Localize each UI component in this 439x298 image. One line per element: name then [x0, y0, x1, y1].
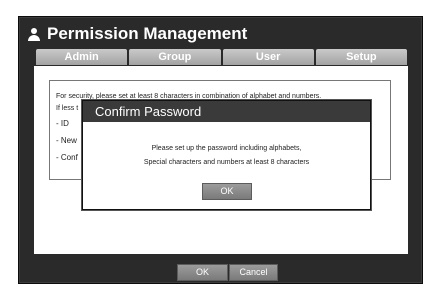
- dialog-ok-button[interactable]: OK: [202, 183, 252, 200]
- ok-button[interactable]: OK: [177, 264, 228, 281]
- person-icon: [28, 27, 40, 42]
- tab-setup[interactable]: Setup: [315, 49, 407, 65]
- cancel-button[interactable]: Cancel: [229, 264, 278, 281]
- footer-bar: OK Cancel: [19, 254, 422, 283]
- dialog-message-line-1: Please set up the password including alp…: [151, 145, 302, 152]
- security-hint-text: For security, please set at least 8 char…: [56, 93, 322, 100]
- id-label: - ID: [56, 119, 69, 128]
- security-hint-text-2: If less t: [56, 105, 79, 112]
- window-title-bar: Permission Management: [28, 22, 247, 46]
- dialog-title: Confirm Password: [83, 101, 370, 122]
- confirm-password-label: - Conf: [56, 153, 78, 162]
- tab-user[interactable]: User: [222, 49, 314, 65]
- confirm-password-dialog: Confirm Password Please set up the passw…: [82, 100, 371, 210]
- tab-group[interactable]: Group: [129, 49, 221, 65]
- dialog-message-line-2: Special characters and numbers at least …: [143, 159, 310, 166]
- page-title: Permission Management: [47, 24, 248, 43]
- tab-bar: Admin Group User Setup: [36, 49, 407, 65]
- new-password-label: - New: [56, 136, 77, 145]
- tab-admin[interactable]: Admin: [36, 49, 128, 65]
